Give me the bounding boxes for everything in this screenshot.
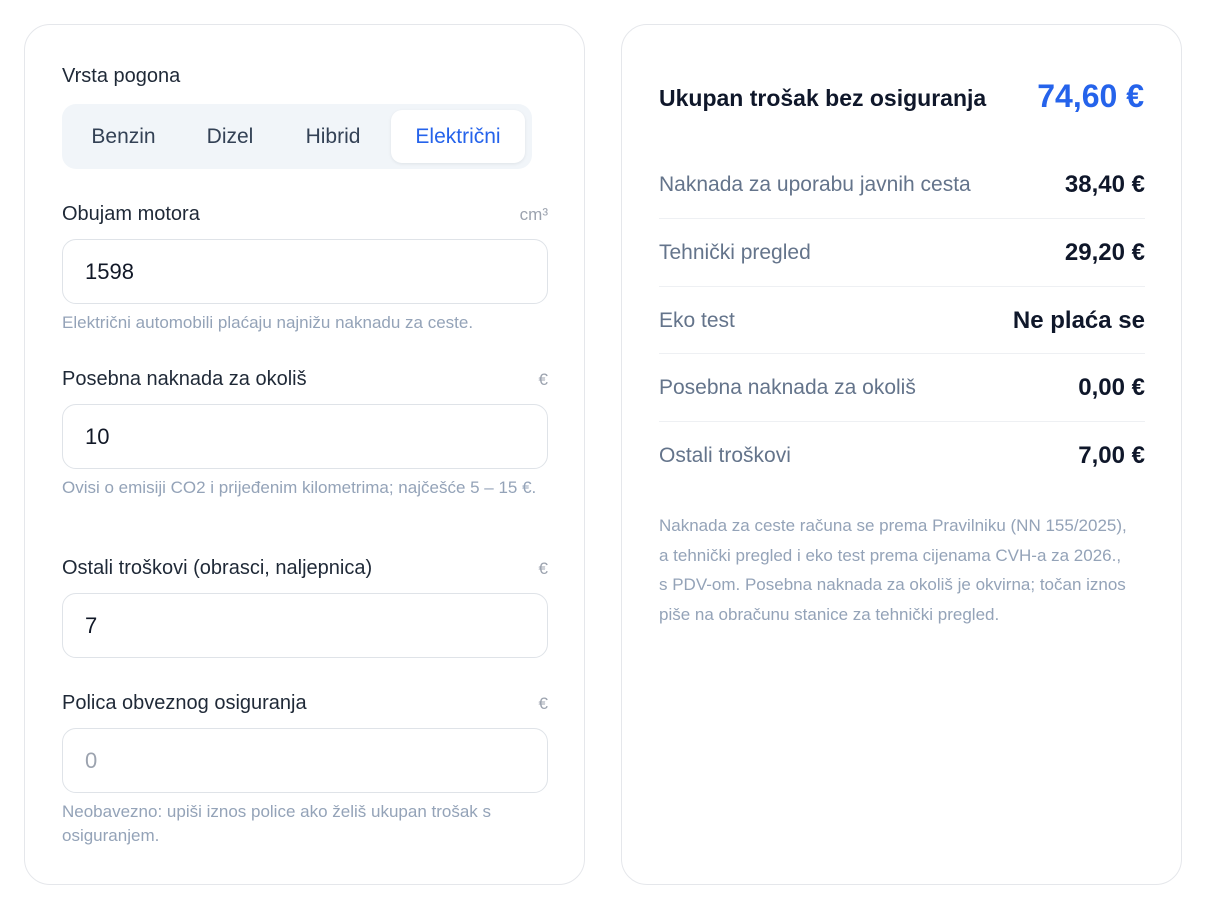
cost-summary-card: Ukupan trošak bez osiguranja 74,60 € Nak…: [621, 24, 1182, 885]
drive-option-hibrid[interactable]: Hibrid: [283, 110, 383, 163]
environment-fee-input[interactable]: [62, 404, 548, 469]
summary-row-label: Eko test: [659, 309, 735, 332]
engine-volume-unit: cm³: [519, 205, 548, 224]
engine-volume-hint: Električni automobili plaćaju najnižu na…: [62, 313, 474, 332]
insurance-input[interactable]: [62, 728, 548, 793]
summary-row-value: 29,20 €: [1064, 239, 1145, 266]
calculator-form-card: Vrsta pogona Benzin Dizel Hibrid Elektri…: [24, 24, 585, 885]
drive-option-dizel[interactable]: Dizel: [185, 110, 275, 163]
drive-type-label: Vrsta pogona: [62, 65, 181, 87]
drive-option-elektricni[interactable]: Električni: [391, 110, 525, 163]
other-costs-input[interactable]: [62, 593, 548, 658]
summary-row-value: 38,40 €: [1064, 171, 1145, 198]
legal-note: Naknada za ceste računa se prema Praviln…: [659, 516, 1127, 624]
summary-row-value: 7,00 €: [1078, 442, 1145, 469]
summary-row-label: Naknada za uporabu javnih cesta: [659, 173, 971, 196]
total-value: 74,60 €: [1037, 78, 1144, 114]
total-label: Ukupan trošak bez osiguranja: [659, 85, 987, 111]
summary-row-value: Ne plaća se: [1012, 307, 1145, 334]
environment-fee-unit: €: [538, 370, 548, 389]
summary-row-other-costs: Ostali troškovi 7,00 €: [659, 422, 1145, 490]
summary-row-label: Tehnički pregled: [659, 241, 811, 264]
other-costs-label: Ostali troškovi (obrasci, naljepnica): [62, 557, 373, 579]
summary-row-label: Posebna naknada za okoliš: [659, 376, 916, 399]
environment-fee-label: Posebna naknada za okoliš: [62, 368, 307, 390]
other-costs-unit: €: [538, 559, 548, 578]
engine-volume-label: Obujam motora: [62, 203, 200, 225]
summary-row-technical-inspection: Tehnički pregled 29,20 €: [659, 219, 1145, 287]
summary-row-road-fee: Naknada za uporabu javnih cesta 38,40 €: [659, 151, 1145, 219]
drive-option-benzin[interactable]: Benzin: [70, 110, 177, 163]
summary-row-value: 0,00 €: [1078, 374, 1145, 401]
engine-volume-input[interactable]: [62, 239, 548, 304]
summary-row-eco-test: Eko test Ne plaća se: [659, 287, 1145, 355]
insurance-unit: €: [538, 694, 548, 713]
summary-row-environment-fee: Posebna naknada za okoliš 0,00 €: [659, 354, 1145, 422]
drive-type-selector: Benzin Dizel Hibrid Električni: [62, 104, 532, 169]
insurance-hint: Neobavezno: upiši iznos police ako želiš…: [62, 802, 492, 845]
environment-fee-hint: Ovisi o emisiji CO2 i prijeđenim kilomet…: [62, 478, 537, 497]
insurance-label: Polica obveznog osiguranja: [62, 692, 307, 714]
summary-row-label: Ostali troškovi: [659, 444, 791, 467]
